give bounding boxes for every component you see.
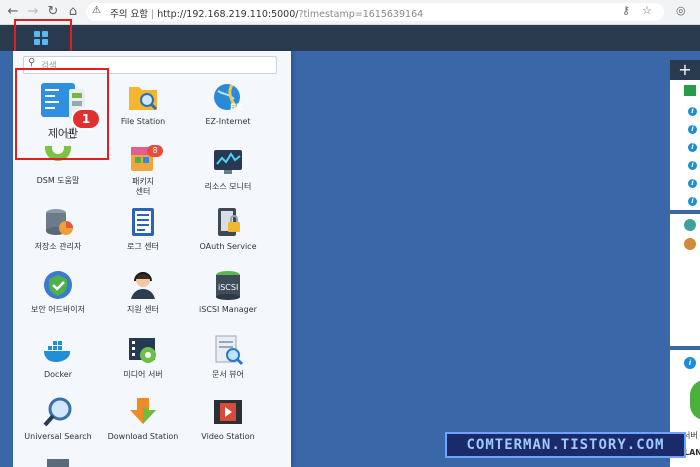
app-document-viewer[interactable]: 문서 뷰어	[183, 334, 273, 380]
info-icon[interactable]: i	[684, 357, 696, 369]
database-icon	[42, 206, 74, 238]
search-icon: ⚲	[28, 57, 36, 68]
warning-icon[interactable]: ⚠	[92, 5, 101, 16]
app-support-center[interactable]: 지원 센터	[98, 269, 188, 315]
download-arrow-icon	[127, 396, 159, 428]
list-icon	[684, 85, 696, 96]
folder-search-icon	[127, 81, 159, 113]
magnifier-icon	[42, 396, 74, 428]
app-media-server[interactable]: 미디어 서버	[98, 334, 188, 380]
app-oauth-service[interactable]: OAuth Service	[183, 206, 273, 252]
monitor-chart-icon	[212, 146, 244, 178]
health-status-icon	[690, 380, 700, 420]
app-icon-partial	[47, 459, 69, 467]
widget-system-info: i i i i i i	[670, 80, 700, 210]
package-bag-icon: 8	[127, 141, 163, 173]
info-icon[interactable]: i	[688, 197, 697, 206]
info-icon[interactable]: i	[688, 161, 697, 170]
info-icon[interactable]: i	[688, 179, 697, 188]
app-download-station[interactable]: Download Station	[98, 396, 188, 442]
app-log-center[interactable]: 로그 센터	[98, 206, 188, 252]
app-label: File Station	[120, 117, 166, 126]
app-ez-internet[interactable]: EZ EZ-Internet	[183, 81, 273, 127]
media-film-icon	[127, 334, 159, 366]
iscsi-icon: iSCSI	[212, 269, 244, 301]
app-label: 저장소 관리자	[34, 242, 82, 251]
app-label: Download Station	[107, 432, 179, 441]
app-label: 리소스 모니터	[204, 182, 252, 191]
app-docker[interactable]: Docker	[13, 334, 103, 380]
app-package-center[interactable]: 8 패키지 센터	[98, 141, 188, 197]
app-label: Video Station	[201, 432, 255, 441]
video-play-icon	[212, 396, 244, 428]
key-icon[interactable]: ⚷	[622, 4, 630, 17]
lan-text: LAN	[684, 448, 700, 457]
app-label: iSCSI Manager	[199, 305, 257, 314]
url-host: http://192.168.219.110:5000/	[157, 9, 299, 20]
app-label: 보안 어드바이저	[30, 305, 86, 314]
svg-text:EZ: EZ	[230, 103, 243, 113]
svg-text:iSCSI: iSCSI	[218, 283, 238, 292]
app-label: Universal Search	[24, 432, 92, 441]
app-label: DSM 도움말	[36, 176, 80, 185]
browser-toolbar: ← → ↻ ⌂ ⚠ 주의 요함 | http://192.168.219.110:5…	[0, 0, 700, 25]
app-video-station[interactable]: Video Station	[183, 396, 273, 442]
app-label: 패키지 센터	[131, 177, 155, 196]
lock-device-icon	[212, 206, 244, 238]
app-label: 로그 센터	[127, 242, 159, 251]
shield-check-icon	[42, 269, 74, 301]
package-update-badge: 8	[147, 145, 163, 157]
url-text[interactable]: 주의 요함 | http://192.168.219.110:5000/?times…	[110, 6, 423, 20]
security-warning-label: 주의 요함	[110, 9, 148, 20]
user-icon	[684, 219, 696, 231]
app-label: EZ-Internet	[205, 117, 251, 126]
app-security-advisor[interactable]: 보안 어드바이저	[13, 269, 103, 315]
address-bar[interactable]: ⚠ 주의 요함 | http://192.168.219.110:5000/?tim…	[86, 3, 664, 21]
support-agent-icon	[127, 269, 159, 301]
docker-whale-icon	[42, 334, 74, 366]
info-icon[interactable]: i	[688, 125, 697, 134]
step-number-badge: 1	[73, 110, 99, 128]
app-universal-search[interactable]: Universal Search	[13, 396, 103, 442]
app-label: Docker	[43, 370, 72, 379]
watermark-banner: COMTERMAN.TISTORY.COM	[445, 432, 686, 458]
app-iscsi-manager[interactable]: iSCSI iSCSI Manager	[183, 269, 273, 315]
dsm-taskbar	[0, 25, 700, 51]
hand-cursor-icon: ☝	[66, 124, 76, 143]
bookmark-star-icon[interactable]: ☆	[642, 4, 652, 17]
app-storage-manager[interactable]: 저장소 관리자	[13, 206, 103, 252]
url-path: ?timestamp=1615639164	[298, 9, 424, 20]
app-resource-monitor[interactable]: 리소스 모니터	[183, 146, 273, 192]
info-icon[interactable]: i	[688, 107, 697, 116]
app-label: 지원 센터	[127, 305, 159, 314]
user-icon	[684, 238, 696, 250]
document-viewer-icon	[212, 334, 244, 366]
info-icon[interactable]: i	[688, 143, 697, 152]
log-list-icon	[127, 206, 159, 238]
widget-users	[670, 214, 700, 346]
globe-icon[interactable]: ◎	[676, 4, 686, 17]
app-file-station[interactable]: File Station	[98, 81, 188, 127]
app-label: OAuth Service	[199, 242, 257, 251]
globe-ez-icon: EZ	[212, 81, 244, 113]
add-widget-button[interactable]: +	[670, 60, 700, 80]
app-label: 문서 뷰어	[212, 370, 244, 379]
app-label: 미디어 서버	[123, 370, 163, 379]
